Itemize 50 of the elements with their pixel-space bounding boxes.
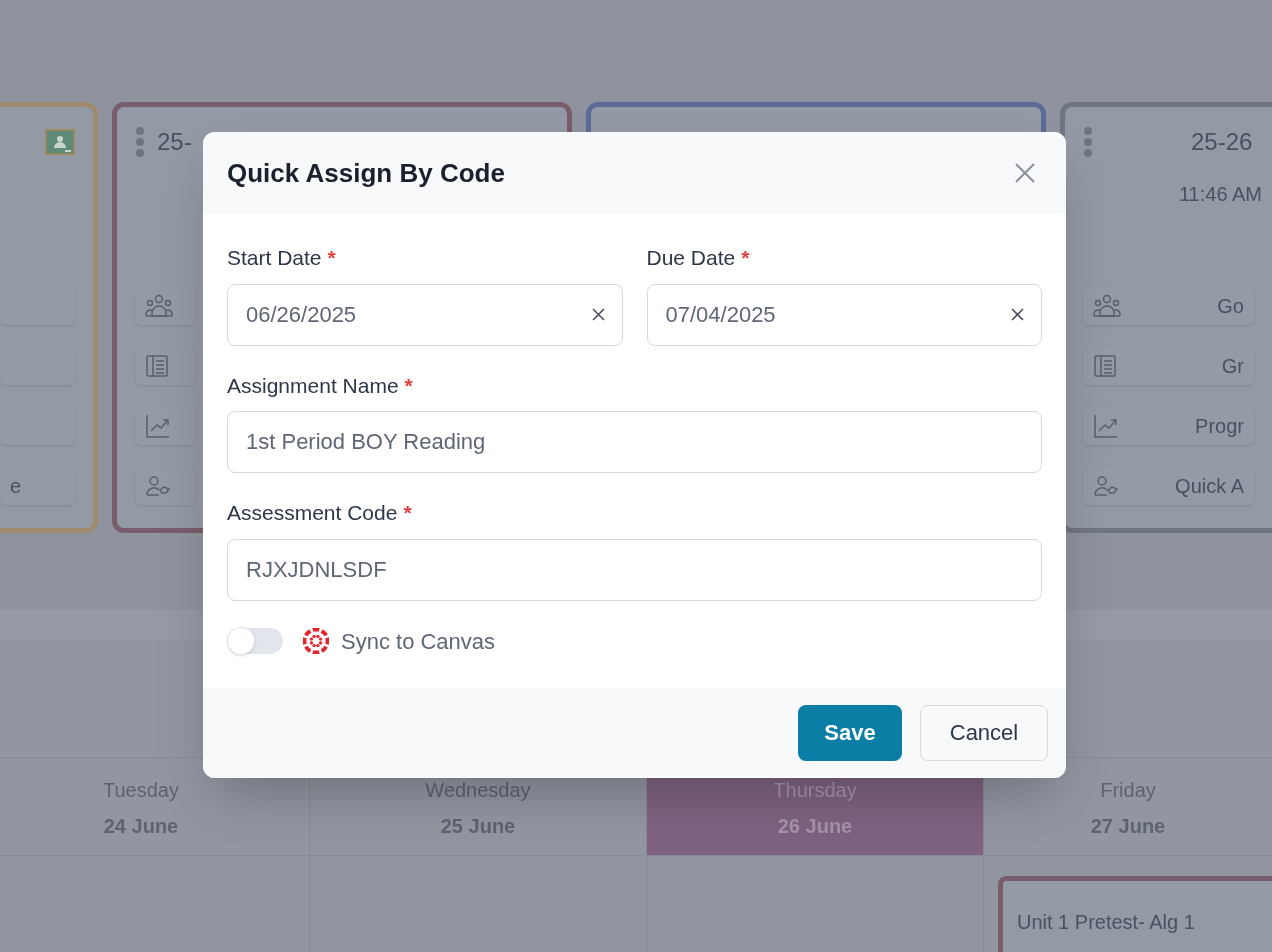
input-field[interactable]: 1st Period BOY Reading [227,411,1042,473]
canvas-logo-icon [303,628,329,654]
event-card[interactable]: Unit 1 Pretest- Alg 1 [998,876,1272,952]
required-mark: * [403,500,412,526]
classroom-icon [45,129,75,155]
modal-title: Quick Assign By Code [227,156,505,190]
menu-item[interactable]: Gr [1083,347,1254,385]
chart-icon [145,413,171,439]
people-icon [145,294,173,318]
menu-item[interactable]: Progr [1083,407,1254,445]
toggle-label: Sync to Canvas [341,627,496,656]
clear-icon[interactable] [591,307,605,321]
book-icon [145,354,169,378]
date-field[interactable]: 06/26/2025 [227,283,623,346]
menu-item-label: Progr [1195,414,1244,439]
cancel-button[interactable]: Cancel [920,704,1048,761]
field-label: Due Date [646,245,736,271]
required-mark: * [327,245,336,271]
date-field[interactable]: 07/04/2025 [646,283,1042,346]
menu-item-label: e [10,474,22,499]
save-button[interactable]: Save [798,704,902,761]
card-title: 25-26 [1191,127,1253,157]
menu-item-label: Go [1217,294,1244,319]
required-mark: * [741,245,750,271]
input-field[interactable]: RJXJDNLSDF [227,538,1042,601]
menu-item[interactable]: e [0,467,75,505]
person-icon [1093,475,1119,497]
menu-item-label: Gr [1221,354,1244,379]
time-label: 11:46 AM [1178,182,1262,207]
menu-item[interactable] [135,407,195,445]
menu-item[interactable]: Go [1083,287,1254,325]
menu-item[interactable] [135,467,195,505]
card-title: 25- [157,127,192,157]
kebab-menu-icon[interactable] [1083,126,1093,158]
kebab-menu-icon[interactable] [135,126,145,158]
field-label: Assignment Name [227,372,399,399]
close-button[interactable] [1014,162,1036,184]
clear-icon[interactable] [1011,307,1024,321]
people-icon [1093,294,1121,318]
person-icon [145,475,171,497]
menu-item[interactable] [135,347,195,385]
book-icon [1093,354,1117,378]
menu-item[interactable] [135,287,195,325]
field-label: Assessment Code [227,500,398,526]
field-label: Start Date [227,245,322,271]
chart-icon [1093,413,1119,439]
menu-item-label: Quick A [1175,474,1244,499]
menu-item[interactable]: Quick A [1083,467,1254,505]
toggle-switch[interactable] [227,628,283,654]
required-mark: * [404,372,413,399]
